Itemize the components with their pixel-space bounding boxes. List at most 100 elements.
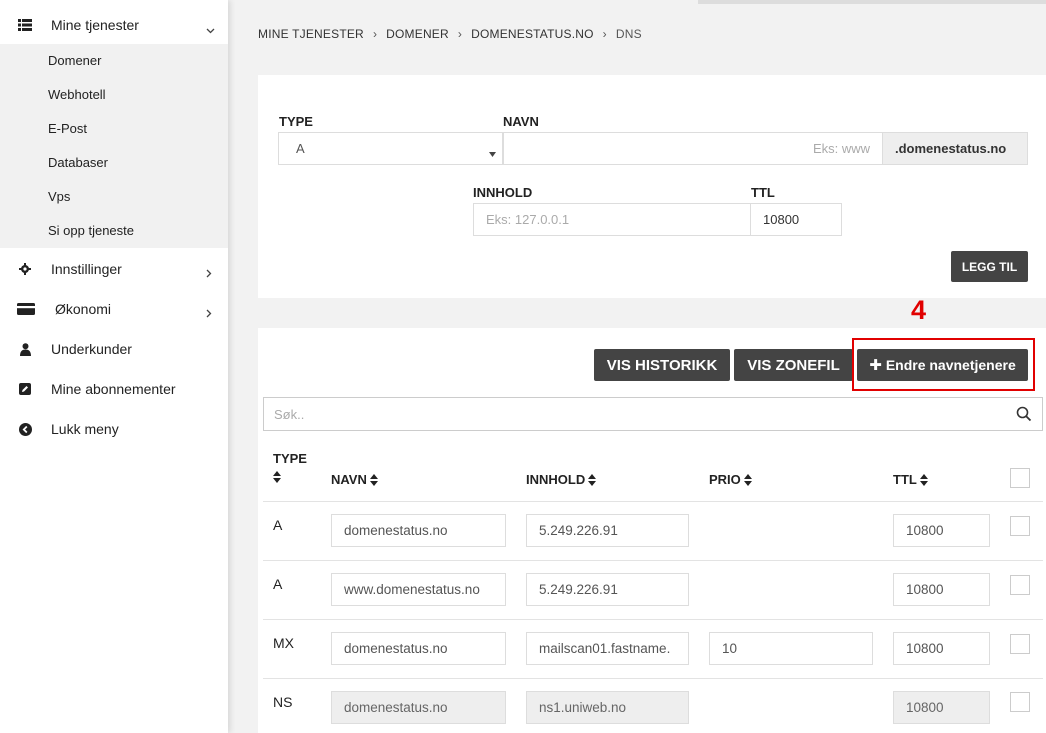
row-name-value: domenestatus.no <box>344 641 448 656</box>
sidebar: Mine tjenester Domener Webhotell E-Post … <box>0 0 228 733</box>
row-name-input[interactable]: domenestatus.no <box>331 514 506 547</box>
sort-icon <box>743 473 752 486</box>
submenu-item-databaser[interactable]: Databaser <box>48 153 108 173</box>
highlight-box <box>852 338 1035 391</box>
edit-icon <box>18 382 32 396</box>
row-name-value: domenestatus.no <box>344 700 448 715</box>
type-select[interactable]: A <box>278 132 503 165</box>
header-content[interactable]: INNHOLD <box>526 472 597 487</box>
search-icon <box>1016 406 1032 422</box>
submenu-item-si-opp[interactable]: Si opp tjeneste <box>48 221 134 241</box>
name-input[interactable]: Eks: www <box>503 132 883 165</box>
header-prio[interactable]: PRIO <box>709 472 752 487</box>
row-ttl-input: 10800 <box>893 691 990 724</box>
user-icon <box>18 342 32 356</box>
view-history-button-label: VIS HISTORIKK <box>606 356 718 374</box>
row-ttl-input[interactable]: 10800 <box>893 632 990 665</box>
sort-icon <box>919 473 928 486</box>
submenu-item-domener[interactable]: Domener <box>48 51 101 71</box>
search-input[interactable]: Søk.. <box>263 397 1043 431</box>
row-content-input[interactable]: 5.249.226.91 <box>526 514 689 547</box>
dns-records-panel: VIS HISTORIKK VIS ZONEFIL ✚ Endre navnet… <box>258 328 1046 733</box>
row-type: NS <box>273 694 293 710</box>
row-checkbox[interactable] <box>1010 634 1030 654</box>
chevron-right-icon: › <box>372 27 378 41</box>
row-checkbox[interactable] <box>1010 575 1030 595</box>
search-placeholder: Søk.. <box>274 407 305 422</box>
row-type: A <box>273 517 283 533</box>
row-ttl-value: 10800 <box>906 582 944 597</box>
type-label: TYPE <box>279 114 313 129</box>
sort-icon <box>588 473 597 486</box>
sidebar-item-label: Underkunder <box>51 341 132 357</box>
row-checkbox[interactable] <box>1010 516 1030 536</box>
breadcrumb-item[interactable]: DOMENER <box>386 27 449 41</box>
row-type: A <box>273 576 283 592</box>
row-content-input[interactable]: 5.249.226.91 <box>526 573 689 606</box>
sort-icon <box>369 473 378 486</box>
row-ttl-value: 10800 <box>906 700 944 715</box>
chevron-down-icon <box>206 21 215 34</box>
row-divider <box>263 619 1043 620</box>
row-ttl-input[interactable]: 10800 <box>893 514 990 547</box>
add-record-button-label: LEGG TIL <box>961 259 1018 274</box>
row-prio-input[interactable]: 10 <box>709 632 873 665</box>
row-name-input: domenestatus.no <box>331 691 506 724</box>
chevron-right-icon: › <box>602 27 607 41</box>
main-content: MINE TJENESTER › DOMENER › DOMENESTATUS.… <box>228 0 1046 733</box>
header-ttl-label: TTL <box>893 472 917 487</box>
row-content-value: 5.249.226.91 <box>539 523 618 538</box>
row-name-value: www.domenestatus.no <box>344 582 480 597</box>
row-name-input[interactable]: domenestatus.no <box>331 632 506 665</box>
content-input[interactable]: Eks: 127.0.0.1 <box>473 203 751 236</box>
row-divider <box>263 560 1043 561</box>
name-label: NAVN <box>503 114 539 129</box>
row-ttl-value: 10800 <box>906 641 944 656</box>
submenu-item-vps[interactable]: Vps <box>48 187 70 207</box>
sidebar-item-lukk-meny[interactable]: Lukk meny <box>0 409 228 449</box>
sidebar-item-label: Mine abonnementer <box>51 381 176 397</box>
select-all-checkbox[interactable] <box>1010 468 1030 488</box>
row-checkbox[interactable] <box>1010 692 1030 712</box>
row-name-input[interactable]: www.domenestatus.no <box>331 573 506 606</box>
sidebar-item-innstillinger[interactable]: Innstillinger <box>0 249 228 289</box>
view-zonefile-button-label: VIS ZONEFIL <box>747 356 840 374</box>
chevron-right-icon <box>206 265 214 278</box>
row-name-value: domenestatus.no <box>344 523 448 538</box>
sidebar-item-okonomi[interactable]: Økonomi <box>0 289 228 329</box>
submenu-item-webhotell[interactable]: Webhotell <box>48 85 106 105</box>
ttl-input[interactable]: 10800 <box>750 203 842 236</box>
view-history-button[interactable]: VIS HISTORIKK <box>594 349 730 381</box>
sidebar-item-underkunder[interactable]: Underkunder <box>0 329 228 369</box>
header-prio-label: PRIO <box>709 472 741 487</box>
row-content-input: ns1.uniweb.no <box>526 691 689 724</box>
breadcrumb-item[interactable]: DOMENESTATUS.NO <box>471 27 594 41</box>
row-content-value: 5.249.226.91 <box>539 582 618 597</box>
add-record-button[interactable]: LEGG TIL <box>951 251 1028 282</box>
sort-icon[interactable] <box>273 471 281 483</box>
submenu: Domener Webhotell E-Post Databaser Vps S… <box>0 44 228 248</box>
sidebar-item-mine-abonnementer[interactable]: Mine abonnementer <box>0 369 228 409</box>
header-name[interactable]: NAVN <box>331 472 378 487</box>
breadcrumb-current: DNS <box>615 27 642 41</box>
row-ttl-input[interactable]: 10800 <box>893 573 990 606</box>
list-icon <box>18 18 32 32</box>
step-number: 4 <box>911 295 927 325</box>
header-ttl[interactable]: TTL <box>893 472 928 487</box>
breadcrumb: MINE TJENESTER › DOMENER › DOMENESTATUS.… <box>258 27 642 41</box>
gear-icon <box>18 262 32 276</box>
row-content-input[interactable]: mailscan01.fastname. <box>526 632 689 665</box>
row-type: MX <box>273 635 294 651</box>
breadcrumb-item[interactable]: MINE TJENESTER <box>258 27 364 41</box>
top-divider <box>698 0 1046 4</box>
sidebar-item-mine-tjenester[interactable]: Mine tjenester <box>0 5 228 45</box>
ttl-label: TTL <box>751 185 775 200</box>
content-label: INNHOLD <box>473 185 533 200</box>
caret-down-icon <box>489 145 496 160</box>
view-zonefile-button[interactable]: VIS ZONEFIL <box>734 349 853 381</box>
sidebar-item-label: Økonomi <box>55 301 112 317</box>
header-name-label: NAVN <box>331 472 367 487</box>
domain-suffix: .domenestatus.no <box>882 132 1028 165</box>
submenu-item-epost[interactable]: E-Post <box>48 119 87 139</box>
ttl-input-value: 10800 <box>763 212 800 227</box>
